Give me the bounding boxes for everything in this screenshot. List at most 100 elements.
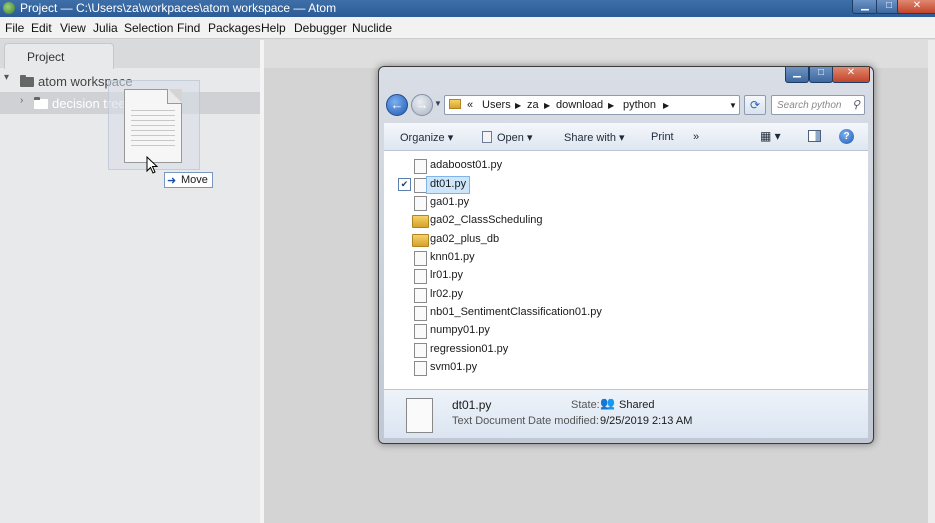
- chevron-right-icon[interactable]: ▶: [663, 101, 669, 110]
- menu-file[interactable]: File: [5, 21, 24, 35]
- view-options-icon[interactable]: ▦ ▾: [760, 129, 781, 143]
- file-item-numpy01[interactable]: numpy01.py: [396, 322, 576, 339]
- file-name: dt01.py: [430, 178, 467, 190]
- folder-item-ga02-plus-db[interactable]: ga02_plus_db: [396, 231, 576, 248]
- file-name: numpy01.py: [430, 324, 490, 336]
- move-tooltip: ➜ Move: [164, 172, 213, 188]
- tab-project-label: Project: [27, 50, 65, 64]
- dragged-file-icon: [124, 89, 182, 163]
- back-arrow-icon: ←: [390, 97, 404, 112]
- file-item-regression01[interactable]: regression01.py: [396, 341, 576, 358]
- explorer-toolbar: Organize ▾ Open ▾ Share with ▾ Print » ▦…: [384, 123, 868, 151]
- file-item-dt01[interactable]: ✔ dt01.py: [396, 176, 576, 194]
- atom-title-bar[interactable]: Project — C:\Users\za\workpaces\atom wor…: [0, 0, 935, 17]
- folder-icon: [34, 97, 48, 109]
- file-name: lr01.py: [430, 269, 464, 281]
- folder-icon: [412, 215, 429, 228]
- selection-checkbox[interactable]: ✔: [398, 178, 411, 191]
- menu-edit[interactable]: Edit: [31, 21, 52, 35]
- file-name: lr02.py: [430, 288, 464, 300]
- search-placeholder: Search python: [777, 100, 842, 111]
- close-button[interactable]: ✕: [897, 0, 935, 14]
- details-modified-value: 9/25/2019 2:13 AM: [600, 415, 693, 427]
- menu-selection[interactable]: Selection: [124, 21, 173, 35]
- file-name: knn01.py: [430, 251, 475, 263]
- file-icon: [414, 288, 427, 303]
- file-name: regression01.py: [430, 343, 509, 355]
- menu-help[interactable]: Help: [261, 21, 286, 35]
- address-bar[interactable]: « Users ▶ za ▶ download ▶ python ▶ ▼: [444, 95, 740, 115]
- details-filetype: Text Document: [452, 415, 526, 427]
- folder-icon: [449, 99, 461, 109]
- file-item-knn01[interactable]: knn01.py: [396, 249, 576, 266]
- file-name: svm01.py: [430, 361, 478, 373]
- share-with-button[interactable]: Share with ▾: [564, 131, 625, 144]
- file-name: nb01_SentimentClassification01.py: [430, 306, 602, 318]
- open-button[interactable]: Open ▾: [497, 131, 533, 144]
- breadcrumb-za[interactable]: za: [527, 99, 539, 111]
- help-icon[interactable]: ?: [839, 129, 854, 144]
- menu-find[interactable]: Find: [177, 21, 200, 35]
- more-commands-button[interactable]: »: [693, 131, 699, 143]
- chevron-right-icon[interactable]: ▶: [544, 101, 550, 110]
- chevron-right-icon: ›: [20, 95, 24, 106]
- file-icon: [414, 306, 427, 321]
- window-title: Project — C:\Users\za\workpaces\atom wor…: [20, 1, 337, 15]
- file-icon: [414, 251, 427, 266]
- file-item-lr01[interactable]: lr01.py: [396, 267, 576, 284]
- file-name: adaboost01.py: [430, 159, 503, 171]
- file-name: ga02_ClassScheduling: [430, 214, 543, 226]
- forward-button[interactable]: →: [411, 94, 433, 116]
- menu-view[interactable]: View: [60, 21, 86, 35]
- search-input[interactable]: Search python ⚲: [771, 95, 865, 115]
- breadcrumb-python[interactable]: python: [623, 99, 656, 111]
- explorer-maximize-button[interactable]: □: [809, 67, 833, 83]
- organize-button[interactable]: Organize ▾: [400, 131, 453, 144]
- tab-project[interactable]: Project: [4, 43, 114, 69]
- address-dropdown-icon[interactable]: ▼: [729, 101, 737, 110]
- file-item-svm01[interactable]: svm01.py: [396, 359, 576, 376]
- back-button[interactable]: ←: [386, 94, 408, 116]
- chevron-right-icon[interactable]: ▶: [515, 101, 521, 110]
- move-tooltip-label: Move: [181, 174, 208, 186]
- file-icon: [414, 196, 427, 211]
- refresh-button[interactable]: ⟳: [744, 95, 766, 115]
- search-icon: ⚲: [852, 99, 861, 111]
- file-icon: [414, 159, 427, 174]
- shared-users-icon: 👥: [600, 396, 615, 410]
- folder-item-ga02-classscheduling[interactable]: ga02_ClassScheduling: [396, 212, 576, 229]
- file-item-ga01[interactable]: ga01.py: [396, 194, 576, 211]
- file-item-lr02[interactable]: lr02.py: [396, 286, 576, 303]
- file-item-adaboost01[interactable]: adaboost01.py: [396, 157, 576, 174]
- breadcrumb-users[interactable]: Users: [482, 99, 511, 111]
- open-file-icon: [482, 131, 492, 143]
- menu-nuclide[interactable]: Nuclide: [352, 21, 392, 35]
- details-state-value: Shared: [619, 399, 655, 411]
- mouse-cursor-icon: [146, 156, 159, 174]
- file-icon: [414, 343, 427, 358]
- menu-debugger[interactable]: Debugger: [294, 21, 347, 35]
- print-button[interactable]: Print: [651, 131, 674, 143]
- breadcrumb-download[interactable]: download: [556, 99, 603, 111]
- preview-pane-icon[interactable]: [808, 130, 821, 142]
- explorer-close-button[interactable]: ✕: [832, 67, 870, 83]
- file-item-nb01[interactable]: nb01_SentimentClassification01.py: [396, 304, 616, 321]
- history-dropdown-icon[interactable]: ▼: [434, 99, 442, 108]
- details-modified-label: Date modified:: [528, 415, 599, 427]
- menu-packages[interactable]: Packages: [208, 21, 261, 35]
- details-filename: dt01.py: [452, 398, 492, 412]
- explorer-minimize-button[interactable]: ▁: [785, 67, 809, 83]
- chevron-down-icon: ▾: [4, 72, 10, 83]
- chevron-right-icon[interactable]: ▶: [608, 101, 614, 110]
- scrollbar[interactable]: [928, 40, 935, 523]
- atom-app-icon: [3, 2, 15, 14]
- details-state-label: State:: [571, 399, 600, 411]
- menu-julia[interactable]: Julia: [93, 21, 118, 35]
- minimize-button[interactable]: ▁: [852, 0, 878, 14]
- folder-icon: [412, 234, 429, 247]
- folder-icon: [20, 75, 34, 87]
- forward-arrow-icon: →: [415, 97, 429, 112]
- editor-tab-bar: [264, 40, 935, 68]
- file-icon: [406, 398, 433, 433]
- breadcrumb-overflow[interactable]: «: [467, 99, 473, 111]
